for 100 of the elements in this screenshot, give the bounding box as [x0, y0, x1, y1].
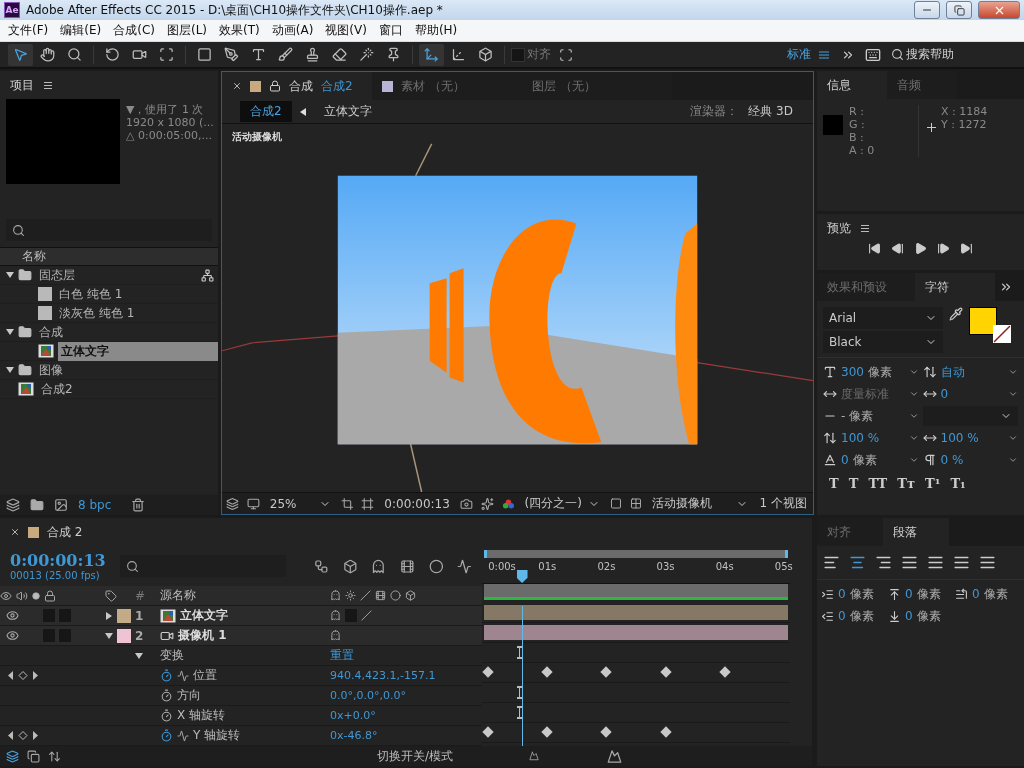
menu-item[interactable]: 动画(A) — [265, 20, 320, 41]
bit-depth-toggle[interactable]: 8 bpc — [78, 498, 112, 512]
expand-triangle-icon[interactable] — [6, 271, 14, 279]
caret-icon[interactable] — [1008, 367, 1018, 377]
search-field[interactable] — [119, 555, 287, 577]
flowchart-icon[interactable] — [314, 558, 329, 574]
property-value[interactable]: 0x+0.0° — [330, 709, 376, 722]
caret-icon[interactable] — [908, 389, 919, 399]
keyframe[interactable] — [482, 666, 494, 678]
caret-icon[interactable] — [1008, 389, 1018, 399]
breadcrumb[interactable]: 立体文字 — [313, 101, 382, 122]
project-item[interactable]: 图像 — [36, 360, 66, 380]
align-icon[interactable] — [979, 554, 996, 571]
search-help-field[interactable]: 搜索帮助 — [906, 46, 954, 63]
layer-name[interactable]: 摄像机 1 — [178, 627, 227, 644]
menu-item[interactable]: 文件(F) — [2, 20, 55, 41]
project-item[interactable]: 白色 纯色 1 — [56, 284, 126, 304]
menu-icon[interactable] — [44, 81, 52, 89]
layer-name[interactable]: 立体文字 — [180, 607, 228, 624]
value-field[interactable]: 0 — [905, 587, 913, 601]
text-style-button[interactable]: TT — [868, 476, 888, 491]
crop-icon[interactable] — [340, 496, 354, 511]
menu-item[interactable]: 效果(T) — [213, 20, 266, 41]
keyframe[interactable] — [541, 726, 553, 738]
caret-icon[interactable] — [908, 411, 919, 421]
resolution-dropdown[interactable]: (四分之一) — [522, 495, 602, 512]
align-icon[interactable] — [953, 554, 970, 571]
stopwatch-icon[interactable] — [160, 669, 173, 682]
eye-icon[interactable] — [6, 629, 19, 642]
frame-icon[interactable] — [361, 496, 375, 511]
keyframe[interactable] — [541, 666, 553, 678]
caret-icon[interactable] — [1008, 433, 1018, 443]
menu-item[interactable]: 合成(C) — [107, 20, 161, 41]
layers-icon[interactable] — [6, 749, 19, 763]
previous-frame-icon[interactable] — [891, 242, 904, 255]
folder-icon[interactable] — [30, 498, 44, 512]
keyboard-icon[interactable] — [865, 46, 881, 63]
breadcrumb[interactable]: 合成2 — [240, 101, 292, 122]
caret-icon[interactable] — [1008, 455, 1018, 465]
text-style-button[interactable]: T — [848, 476, 859, 491]
expand-icon[interactable] — [48, 749, 61, 763]
value-field[interactable]: 100 % — [841, 431, 880, 445]
next-frame-icon[interactable] — [937, 242, 950, 255]
value-field[interactable]: 0 — [905, 609, 913, 623]
keyframe-navigator-icon[interactable] — [8, 731, 38, 740]
views-dropdown[interactable]: 1 个视图 — [757, 495, 810, 512]
flowchart-icon[interactable] — [201, 269, 214, 282]
align-icon[interactable] — [901, 554, 918, 571]
project-item[interactable]: 合成2 — [38, 379, 76, 399]
restore-button[interactable] — [946, 1, 972, 19]
text-style-button[interactable]: T — [829, 476, 839, 491]
keyframe[interactable] — [600, 726, 613, 738]
stopwatch-icon[interactable] — [160, 689, 173, 702]
color-channels-icon[interactable] — [501, 497, 515, 510]
viewer-tab[interactable]: 合成 合成2 — [222, 72, 372, 100]
snap-checkbox[interactable] — [511, 47, 525, 62]
property-value[interactable]: 0x-46.8° — [330, 729, 378, 742]
chevrons-icon[interactable] — [999, 280, 1013, 294]
menu-item[interactable]: 窗口 — [372, 20, 409, 41]
expand-triangle-icon[interactable] — [105, 631, 113, 640]
playhead-handle[interactable] — [516, 570, 528, 583]
project-item[interactable]: 淡灰色 纯色 1 — [56, 303, 138, 323]
zoom-dropdown[interactable]: 25% — [267, 496, 333, 511]
axis-tool[interactable] — [419, 43, 444, 66]
collapse-icon[interactable] — [361, 610, 372, 621]
panel-tab[interactable]: 段落 — [883, 518, 949, 546]
play-icon[interactable] — [914, 242, 927, 255]
eye-icon[interactable] — [6, 609, 19, 622]
align-icon[interactable] — [875, 554, 892, 571]
arrow-pointer-tool[interactable] — [8, 43, 33, 66]
menu-item[interactable]: 帮助(H) — [408, 20, 464, 41]
monitor-icon[interactable] — [246, 496, 260, 511]
value-field[interactable]: 0 — [972, 587, 980, 601]
menu-item[interactable]: 视图(V) — [319, 20, 373, 41]
value-field[interactable]: 0 — [838, 609, 846, 623]
font-style-dropdown[interactable]: Black — [823, 331, 943, 353]
search-field[interactable] — [6, 219, 212, 241]
region-icon[interactable] — [609, 497, 622, 510]
stopwatch-icon[interactable] — [160, 709, 173, 722]
caret-icon[interactable] — [908, 367, 919, 377]
first-frame-icon[interactable] — [868, 242, 881, 255]
value-field[interactable]: 300 — [841, 365, 864, 379]
keyframe[interactable] — [659, 666, 672, 678]
trash-icon[interactable] — [131, 498, 146, 512]
value-field[interactable]: 0 — [841, 453, 849, 467]
fill-color-swatch[interactable] — [969, 307, 997, 335]
menu-item[interactable]: 编辑(E) — [54, 20, 108, 41]
project-item[interactable]: 合成 — [36, 322, 66, 342]
value-field[interactable]: 100 % — [940, 431, 979, 445]
align-icon[interactable] — [823, 554, 840, 571]
expand-triangle-icon[interactable] — [135, 651, 143, 660]
menu-item[interactable]: 图层(L) — [160, 20, 214, 41]
text-style-button[interactable]: Tт — [897, 476, 915, 491]
keyframe[interactable] — [719, 666, 731, 678]
property-value[interactable]: 940.4,423.1,-157.1 — [330, 669, 436, 682]
panel-tab[interactable]: 字符 — [915, 273, 995, 301]
keyframe[interactable] — [659, 726, 672, 738]
no-stroke-swatch[interactable] — [993, 325, 1011, 343]
transparency-grid-icon[interactable] — [629, 497, 642, 510]
value-field[interactable]: 0 — [940, 387, 949, 401]
